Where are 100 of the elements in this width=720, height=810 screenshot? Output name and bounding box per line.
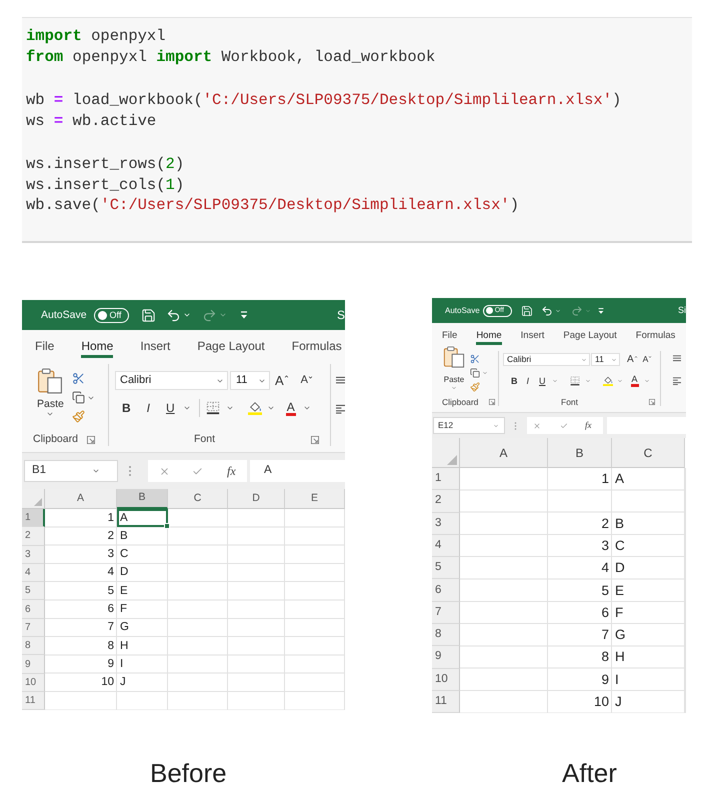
sheet-cell[interactable]: B <box>117 527 168 546</box>
ribbon-tab[interactable]: Home <box>476 330 502 345</box>
ribbon-tab[interactable]: Formulas <box>636 330 676 345</box>
grow-font-button[interactable]: A <box>275 374 289 387</box>
column-header[interactable]: A <box>460 438 548 468</box>
column-header[interactable]: B <box>117 489 168 509</box>
ribbon-tab[interactable]: Insert <box>140 340 170 358</box>
sheet-cell[interactable]: A <box>117 509 168 528</box>
sheet-cell[interactable]: I <box>612 668 685 691</box>
ribbon-tab[interactable]: Formulas <box>292 340 342 358</box>
insert-function-button[interactable]: fx <box>585 421 592 430</box>
sheet-cell[interactable]: 9 <box>45 655 117 674</box>
caret-icon[interactable] <box>302 404 311 412</box>
column-header[interactable]: D <box>228 489 285 509</box>
row-header[interactable]: 7 <box>432 602 460 624</box>
row-header[interactable]: 3 <box>432 512 460 535</box>
paintbrush-icon[interactable] <box>72 410 85 423</box>
sheet-cell[interactable]: 2 <box>548 512 612 535</box>
fill-handle-icon[interactable] <box>164 523 170 530</box>
formula-input[interactable]: A <box>250 460 345 482</box>
insert-function-button[interactable]: fx <box>227 465 236 477</box>
ribbon-tab[interactable]: Insert <box>520 330 544 345</box>
ribbon-tab[interactable]: Page Layout <box>197 340 265 358</box>
sheet-cell[interactable]: D <box>117 564 168 582</box>
paintbrush-icon[interactable] <box>470 382 480 392</box>
sheet-cell[interactable]: H <box>612 646 685 669</box>
sheet-cell[interactable]: H <box>117 637 168 656</box>
sheet-cell[interactable]: 3 <box>45 546 117 564</box>
shrink-font-button[interactable]: A <box>642 355 652 364</box>
caret-icon[interactable] <box>226 404 234 412</box>
caret-icon[interactable] <box>182 404 191 412</box>
column-header[interactable]: C <box>612 438 685 468</box>
sheet-cell[interactable]: 7 <box>548 624 612 646</box>
copy-icon[interactable] <box>470 368 480 378</box>
cancel-icon[interactable] <box>533 422 541 430</box>
bold-button[interactable]: B <box>122 402 131 414</box>
paste-button[interactable]: Paste <box>37 368 64 432</box>
row-header[interactable]: 4 <box>22 564 45 582</box>
scissors-icon[interactable] <box>470 354 480 364</box>
customize-toolbar-icon[interactable] <box>596 306 605 314</box>
sheet-cell[interactable]: E <box>117 582 168 600</box>
ribbon-tab[interactable]: Home <box>81 340 114 358</box>
sheet-cell[interactable]: 7 <box>45 618 117 638</box>
column-header[interactable]: E <box>285 489 345 509</box>
column-header[interactable]: B <box>548 438 612 468</box>
check-icon[interactable] <box>192 466 203 476</box>
borders-icon[interactable] <box>206 401 220 415</box>
row-header[interactable]: 8 <box>22 637 45 656</box>
sheet-cell[interactable]: 10 <box>548 690 612 714</box>
sheet-cell[interactable]: 10 <box>45 674 117 692</box>
row-header[interactable]: 3 <box>22 546 45 564</box>
cancel-icon[interactable] <box>159 466 170 476</box>
copy-icon[interactable] <box>72 391 85 404</box>
save-icon[interactable] <box>520 304 533 316</box>
fill-color-icon[interactable] <box>248 401 262 415</box>
row-header[interactable]: 6 <box>432 579 460 602</box>
sheet-cell[interactable]: J <box>612 690 685 714</box>
sheet-cell[interactable]: 2 <box>45 527 117 546</box>
row-header[interactable]: 9 <box>22 655 45 674</box>
caret-icon[interactable] <box>182 311 191 319</box>
font-size-dropdown[interactable]: 11 <box>230 371 270 390</box>
fill-color-icon[interactable] <box>602 376 613 386</box>
align-left-icon[interactable] <box>673 377 681 385</box>
row-header[interactable]: 8 <box>432 624 460 646</box>
caret-icon[interactable] <box>46 410 54 418</box>
customize-toolbar-icon[interactable] <box>238 310 249 320</box>
ribbon-tab[interactable]: File <box>35 340 54 358</box>
sheet-cell[interactable]: A <box>612 468 685 490</box>
row-header[interactable]: 5 <box>22 582 45 600</box>
sheet-cell[interactable]: C <box>117 546 168 564</box>
sheet-cell[interactable]: C <box>612 534 685 558</box>
sheet-cell[interactable]: 5 <box>45 582 117 600</box>
caret-icon[interactable] <box>554 308 561 314</box>
sheet-cell[interactable]: I <box>117 655 168 674</box>
save-icon[interactable] <box>140 308 156 322</box>
sheet-cell[interactable]: 1 <box>548 468 612 490</box>
name-box[interactable]: B1 <box>24 460 118 482</box>
sheet-cell[interactable]: G <box>612 624 685 646</box>
scissors-icon[interactable] <box>72 372 85 385</box>
row-header[interactable]: 5 <box>432 557 460 580</box>
ribbon-tab[interactable]: File <box>442 330 458 345</box>
sheet-cell[interactable]: G <box>117 618 168 638</box>
undo-icon[interactable] <box>540 304 553 316</box>
grow-font-button[interactable]: A <box>627 354 638 364</box>
sheet-cell[interactable]: F <box>117 600 168 619</box>
row-header[interactable]: 2 <box>432 490 460 513</box>
sheet-cell[interactable]: 3 <box>548 534 612 558</box>
font-size-dropdown[interactable]: 11 <box>591 353 620 366</box>
autosave-toggle[interactable]: Off <box>94 308 129 322</box>
dialog-launcher-icon[interactable] <box>489 399 495 405</box>
dialog-launcher-icon[interactable] <box>649 399 655 405</box>
row-header[interactable]: 10 <box>22 674 45 692</box>
row-header[interactable]: 2 <box>22 527 45 546</box>
bold-button[interactable]: B <box>511 376 518 386</box>
sheet-cell[interactable]: 8 <box>548 646 612 669</box>
undo-icon[interactable] <box>166 308 181 322</box>
name-box[interactable]: E12 <box>433 417 505 434</box>
italic-button[interactable]: I <box>146 402 150 414</box>
row-header[interactable]: 10 <box>432 668 460 691</box>
row-header[interactable]: 9 <box>432 646 460 669</box>
